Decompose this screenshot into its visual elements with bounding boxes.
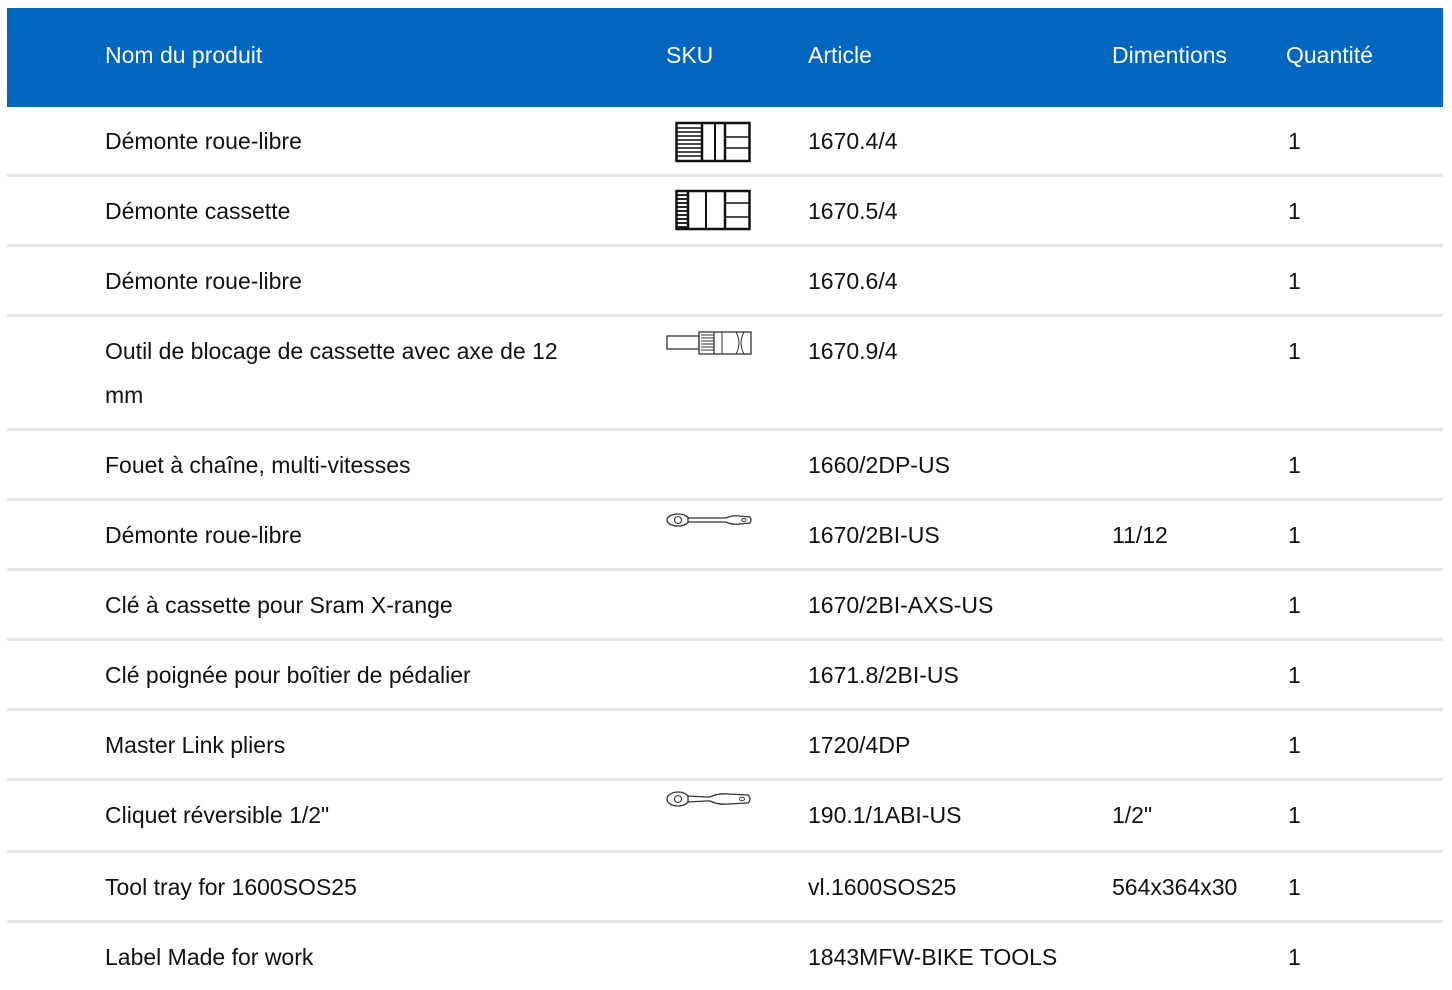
product-name: Cliquet réversible 1/2" [105,802,330,828]
product-name: Clé à cassette pour Sram X-range [105,592,453,618]
table-row: Démonte roue-libre 1670/2BI-US 11/12 1 [7,501,1443,571]
article-number: 1720/4DP [808,732,911,758]
table-row: Clé poignée pour boîtier de pédalier 167… [7,641,1443,711]
quantity: 1 [1288,944,1301,970]
wrench-icon [666,510,752,530]
table-row: Clé à cassette pour Sram X-range 1670/2B… [7,571,1443,641]
quantity: 1 [1288,732,1301,758]
article-number: 1843MFW-BIKE TOOLS [808,944,1058,970]
header-sku[interactable]: SKU [666,8,713,107]
article-number: 1670.5/4 [808,198,898,224]
product-name: Clé poignée pour boîtier de pédalier [105,662,471,688]
socket-icon-cassette [675,189,751,231]
product-name: Démonte roue-libre [105,128,302,154]
product-name: Outil de blocage de cassette avec axe de… [105,338,558,408]
table-row: Démonte roue-libre 1670.6/4 1 [7,247,1443,317]
table-row: Fouet à chaîne, multi-vitesses 1660/2DP-… [7,431,1443,501]
quantity: 1 [1288,268,1301,294]
quantity: 1 [1288,522,1301,548]
header-dimensions[interactable]: Dimentions [1112,8,1227,107]
article-number: 1671.8/2BI-US [808,662,959,688]
quantity: 1 [1288,592,1301,618]
quantity: 1 [1288,128,1301,154]
product-name: Démonte roue-libre [105,268,302,294]
quantity: 1 [1288,452,1301,478]
table-row: Cliquet réversible 1/2" 190.1/1ABI-US 1/… [7,781,1443,853]
table-row: Outil de blocage de cassette avec axe de… [7,317,1443,431]
article-number: 190.1/1ABI-US [808,802,962,828]
dimensions: 564x364x30 [1112,874,1238,900]
article-number: 1660/2DP-US [808,452,950,478]
table-row: Tool tray for 1600SOS25 vl.1600SOS25 564… [7,853,1443,923]
table-row: Démonte cassette 1670.5/4 1 [7,177,1443,247]
socket-with-axle-icon [666,329,752,359]
article-number: vl.1600SOS25 [808,874,957,900]
article-number: 1670/2BI-AXS-US [808,592,994,618]
product-name: Master Link pliers [105,732,286,758]
table-row: Label Made for work 1843MFW-BIKE TOOLS 1 [7,923,1443,990]
quantity: 1 [1288,874,1301,900]
product-name: Démonte cassette [105,198,291,224]
product-name: Fouet à chaîne, multi-vitesses [105,452,411,478]
quantity: 1 [1288,198,1301,224]
ratchet-icon [666,789,752,809]
table-row: Démonte roue-libre 1670.4/4 1 [7,107,1443,177]
quantity: 1 [1288,338,1301,364]
socket-icon-fine-spline [675,121,751,163]
quantity: 1 [1288,662,1301,688]
header-article[interactable]: Article [808,8,872,107]
article-number: 1670.4/4 [808,128,898,154]
table-header: Nom du produit SKU Article Dimentions Qu… [7,8,1443,107]
table-row: Master Link pliers 1720/4DP 1 [7,711,1443,781]
dimensions: 11/12 [1112,522,1168,548]
article-number: 1670.6/4 [808,268,898,294]
header-product-name[interactable]: Nom du produit [105,8,262,107]
quantity: 1 [1288,802,1301,828]
product-table: Nom du produit SKU Article Dimentions Qu… [7,8,1443,990]
product-name: Démonte roue-libre [105,522,302,548]
header-quantity[interactable]: Quantité [1286,8,1373,107]
article-number: 1670.9/4 [808,338,898,364]
dimensions: 1/2" [1112,802,1153,828]
article-number: 1670/2BI-US [808,522,940,548]
product-name: Tool tray for 1600SOS25 [105,874,357,900]
product-name: Label Made for work [105,944,314,970]
